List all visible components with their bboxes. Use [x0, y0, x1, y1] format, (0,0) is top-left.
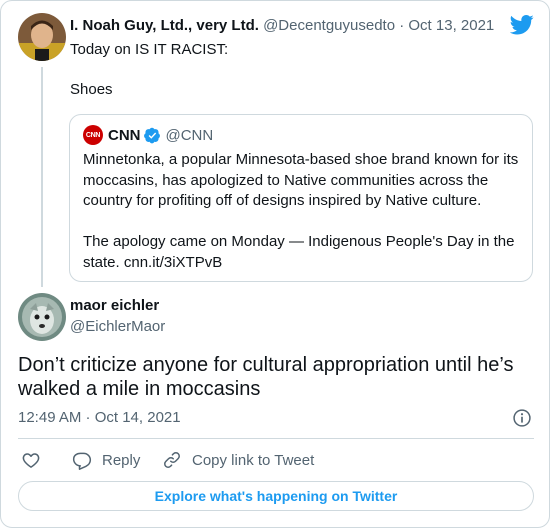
- main-display-name[interactable]: maor eichler: [70, 297, 159, 314]
- twitter-bird-icon[interactable]: [510, 15, 534, 35]
- quoted-display-name: CNN: [108, 126, 141, 144]
- copy-link-button[interactable]: Copy link to Tweet: [162, 449, 314, 471]
- cnn-logo-icon: CNN: [83, 125, 103, 145]
- reply-button[interactable]: Reply: [72, 449, 140, 471]
- quoted-tweet[interactable]: CNN CNN @CNN Minnetonka, a popular Minne…: [69, 114, 533, 282]
- reply-icon: [72, 452, 92, 470]
- quoted-handle: @CNN: [165, 126, 214, 144]
- quoted-tweet-text: Minnetonka, a popular Minnesota-based sh…: [83, 151, 519, 271]
- parent-tweet-text: Today on IS IT RACIST: Shoes: [70, 41, 229, 98]
- parent-avatar[interactable]: [18, 13, 66, 61]
- heart-icon: [22, 453, 40, 468]
- link-icon: [164, 452, 180, 468]
- reply-label: Reply: [102, 451, 141, 469]
- verified-badge-icon: [143, 127, 160, 143]
- main-tweet-text: Don’t criticize anyone for cultural appr…: [18, 354, 514, 400]
- tweet-timestamp[interactable]: 12:49 AM · Oct 14, 2021: [18, 409, 181, 426]
- divider: [18, 438, 534, 439]
- tweet-embed-card: I. Noah Guy, Ltd., very Ltd. @Decentguyu…: [0, 0, 550, 528]
- explore-twitter-button[interactable]: Explore what's happening on Twitter: [18, 481, 534, 511]
- info-icon[interactable]: [512, 408, 532, 428]
- main-avatar[interactable]: [18, 293, 66, 341]
- parent-header: I. Noah Guy, Ltd., very Ltd. @Decentguyu…: [70, 17, 494, 34]
- parent-display-name[interactable]: I. Noah Guy, Ltd., very Ltd.: [70, 17, 259, 34]
- thread-connector: [41, 67, 43, 287]
- copy-link-label: Copy link to Tweet: [192, 451, 315, 469]
- like-button[interactable]: [21, 449, 41, 471]
- quoted-tweet-header: CNN CNN @CNN: [83, 125, 213, 145]
- main-handle[interactable]: @EichlerMaor: [70, 318, 165, 335]
- parent-handle-date[interactable]: @Decentguyusedto · Oct 13, 2021: [263, 17, 494, 34]
